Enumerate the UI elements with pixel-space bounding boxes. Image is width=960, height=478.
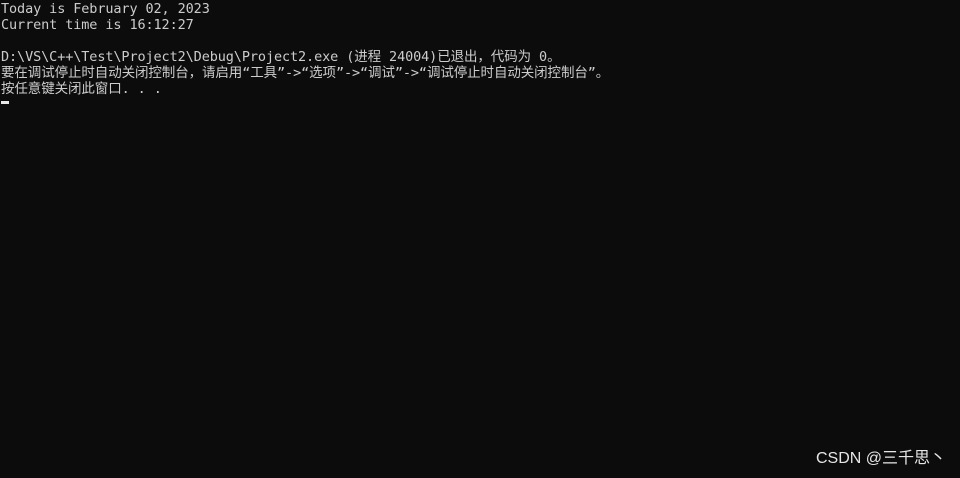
- watermark: CSDN @三千思丶: [815, 450, 946, 467]
- console-line-exit-message: D:\VS\C++\Test\Project2\Debug\Project2.e…: [1, 49, 561, 65]
- console-line-press-any-key: 按任意键关闭此窗口. . .: [1, 81, 162, 97]
- console-window[interactable]: Today is February 02, 2023 Current time …: [0, 0, 960, 478]
- console-line-date: Today is February 02, 2023: [1, 1, 210, 17]
- console-line-time: Current time is 16:12:27: [1, 17, 194, 33]
- console-line-debug-hint: 要在调试停止时自动关闭控制台，请启用“工具”->“选项”->“调试”->“调试停…: [1, 65, 610, 81]
- text-cursor: [1, 101, 9, 104]
